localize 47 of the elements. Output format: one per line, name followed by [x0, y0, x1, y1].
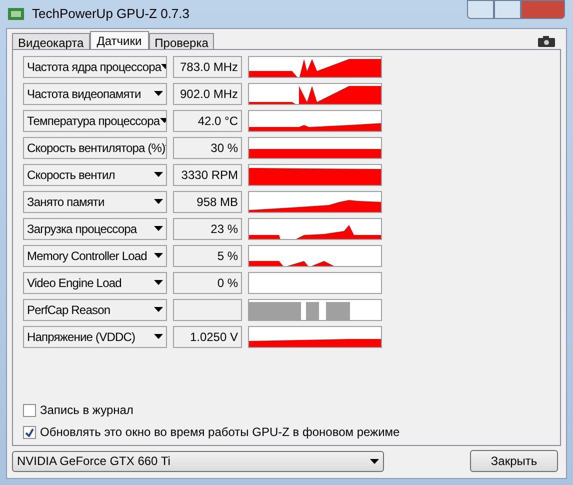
sensor-value: 0 % [173, 272, 242, 294]
sensor-dropdown[interactable]: Частота ядра процессора [23, 56, 167, 78]
caret-icon [154, 280, 163, 285]
sensor-value: 783.0 MHz [173, 56, 242, 78]
sensor-dropdown[interactable]: Скорость вентилятора (%) [23, 136, 167, 158]
tab[interactable]: Видеокарта [12, 33, 90, 49]
sensor-value: 958 MB [173, 190, 242, 212]
checkbox-label: Запись в журнал [40, 402, 134, 419]
checkbox[interactable] [23, 426, 36, 438]
sensor-dropdown[interactable]: Загрузка процессора [23, 218, 167, 240]
tab[interactable]: Датчики [90, 31, 149, 49]
minimize-button[interactable] [467, 0, 494, 19]
caret-icon [154, 334, 163, 339]
window-title: TechPowerUp GPU-Z 0.7.3 [32, 5, 190, 24]
sensor-value: 1.0250 V [173, 326, 242, 348]
sensor-dropdown[interactable]: Скорость вентил [23, 164, 167, 186]
caret-icon [154, 253, 163, 258]
check-icon [25, 428, 34, 436]
sensor-value: 42.0 °C [173, 110, 242, 132]
caret-icon [160, 118, 166, 123]
sensor-value: 5 % [173, 244, 242, 266]
tab[interactable]: Проверка [148, 33, 214, 49]
caret-icon [154, 226, 163, 231]
sensor-dropdown[interactable]: PerfCap Reason [23, 298, 167, 320]
sensor-value: 23 % [173, 218, 242, 240]
sensor-dropdown[interactable]: Занято памяти [23, 190, 167, 212]
sensor-dropdown[interactable]: Memory Controller Load [23, 244, 167, 266]
caret-icon [154, 91, 163, 96]
sensor-value: 30 % [173, 136, 242, 158]
camera-icon[interactable] [538, 35, 555, 47]
caret-icon [154, 307, 163, 312]
checkbox-label: Обновлять это окно во время работы GPU-Z в фоновом режиме [40, 424, 400, 441]
maximize-button[interactable] [494, 0, 521, 19]
device-dropdown[interactable]: NVIDIA GeForce GTX 660 Ti [12, 450, 384, 472]
caret-icon [154, 172, 163, 177]
checkbox[interactable] [23, 404, 36, 416]
sensor-dropdown[interactable]: Напряжение (VDDC) [23, 326, 167, 348]
sensor-dropdown[interactable]: Частота видеопамяти [23, 82, 167, 104]
sensor-value: 3330 RPM [173, 164, 242, 186]
caret-icon [370, 458, 379, 464]
sensor-dropdown[interactable]: Video Engine Load [23, 272, 167, 294]
app-icon [8, 7, 24, 21]
sensor-dropdown[interactable]: Температура процессора [23, 110, 167, 132]
sensor-value [173, 298, 242, 320]
close-dialog-button[interactable]: Закрыть [470, 450, 558, 472]
sensor-value: 902.0 MHz [173, 82, 242, 104]
caret-icon [154, 199, 163, 204]
